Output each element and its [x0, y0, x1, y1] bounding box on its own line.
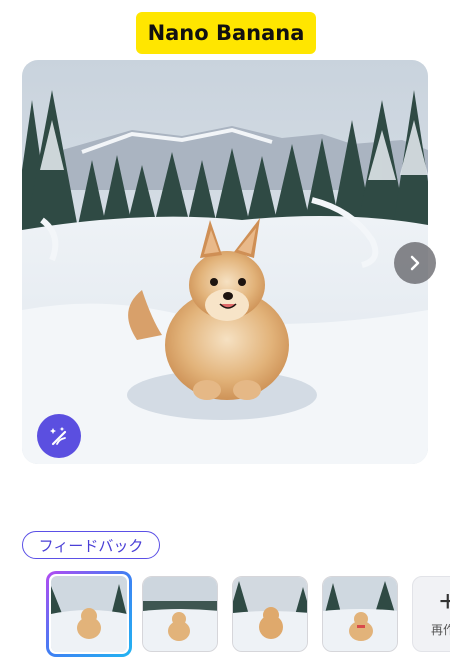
thumbnail-2[interactable] — [142, 576, 218, 652]
thumbnail-4[interactable] — [322, 576, 398, 652]
thumbnail-image — [143, 577, 217, 651]
app-title: Nano Banana — [136, 12, 316, 54]
next-image-button[interactable] — [394, 242, 436, 284]
snow-dog-illustration — [22, 60, 428, 464]
thumbnail-image — [323, 577, 397, 651]
regenerate-label: 再作 — [431, 623, 450, 637]
chevron-right-icon — [410, 255, 420, 271]
plus-icon: + — [439, 585, 450, 618]
thumbnail-image — [51, 576, 127, 652]
thumbnail-1[interactable] — [46, 571, 132, 657]
thumbnail-image — [233, 577, 307, 651]
magic-edit-icon — [50, 427, 67, 446]
generated-image[interactable] — [22, 60, 428, 464]
magic-edit-button[interactable] — [37, 414, 81, 458]
feedback-button[interactable]: フィードバック — [22, 531, 160, 559]
thumbnail-3[interactable] — [232, 576, 308, 652]
regenerate-button[interactable]: + 再作 — [412, 576, 450, 652]
